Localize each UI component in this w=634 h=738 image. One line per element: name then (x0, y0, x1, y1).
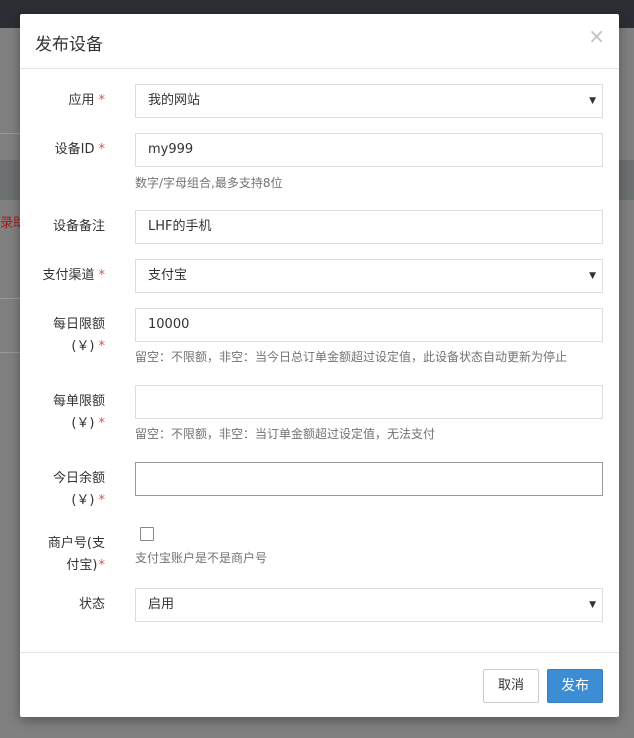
modal-header: 发布设备 × (20, 14, 619, 69)
today-balance-input[interactable] (135, 462, 603, 496)
required-mark: * (98, 339, 106, 354)
required-mark: * (98, 142, 106, 157)
device-id-input[interactable]: my999 (135, 133, 603, 167)
required-mark: * (98, 268, 106, 283)
publish-device-modal: 发布设备 × 应用 * 我的网站 ▼ 设备ID * my999 数字/字母组合,最多… (20, 14, 619, 717)
device-id-label: 设备ID * (54, 142, 106, 157)
status-label: 状态 (78, 597, 105, 612)
cancel-button[interactable]: 取消 (483, 669, 539, 703)
status-select[interactable]: 启用 ▼ (135, 588, 603, 622)
today-balance-label: 今日余额 (￥) * (52, 471, 106, 508)
modal-title: 发布设备 (35, 35, 103, 55)
chevron-down-icon: ▼ (589, 271, 596, 281)
merchant-no-hint: 支付宝账户是不是商户号 (135, 551, 268, 565)
app-select-value: 我的网站 (148, 93, 201, 108)
pay-channel-label: 支付渠道 * (42, 268, 106, 283)
required-mark: * (98, 93, 106, 108)
backdrop-divider (0, 352, 20, 353)
publish-button[interactable]: 发布 (547, 669, 603, 703)
modal-footer: 取消 发布 (20, 652, 619, 717)
backdrop-divider (0, 133, 20, 134)
daily-limit-label: 每日限额 (￥) * (52, 317, 106, 354)
pay-channel-select-value: 支付宝 (148, 268, 188, 283)
chevron-down-icon: ▼ (589, 600, 596, 610)
device-note-label: 设备备注 (52, 219, 105, 234)
merchant-no-label: 商户号(支 付宝)* (47, 536, 106, 573)
chevron-down-icon: ▼ (589, 96, 596, 106)
app-select[interactable]: 我的网站 ▼ (135, 84, 603, 118)
single-limit-input[interactable] (135, 385, 603, 419)
daily-limit-hint: 留空：不限额，非空：当今日总订单金额超过设定值，此设备状态自动更新为停止 (135, 350, 568, 364)
single-limit-label: 每单限额 (￥) * (52, 394, 106, 431)
close-icon[interactable]: × (588, 24, 605, 48)
required-mark: * (98, 416, 106, 431)
merchant-no-checkbox[interactable] (140, 527, 154, 541)
device-id-hint: 数字/字母组合,最多支持8位 (135, 176, 283, 190)
app-label: 应用 * (68, 93, 106, 108)
backdrop-divider (0, 298, 20, 299)
device-note-input[interactable]: LHF的手机 (135, 210, 603, 244)
required-mark: * (98, 493, 106, 508)
required-mark: * (98, 558, 106, 573)
pay-channel-select[interactable]: 支付宝 ▼ (135, 259, 603, 293)
single-limit-hint: 留空：不限额，非空：当订单金额超过设定值，无法支付 (135, 427, 436, 441)
status-select-value: 启用 (148, 597, 175, 612)
daily-limit-input[interactable]: 10000 (135, 308, 603, 342)
